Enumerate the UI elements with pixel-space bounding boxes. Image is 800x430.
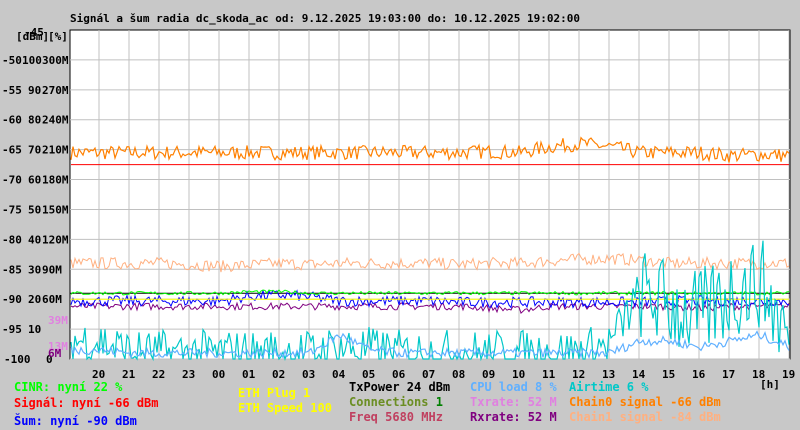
x-tick: 00 — [212, 368, 225, 381]
y-tick-rate: 240M — [42, 114, 69, 127]
y-tick-pct: 20 — [28, 293, 41, 306]
chart-title: Signál a šum radia dc_skoda_ac od: 9.12.… — [70, 12, 580, 25]
y-tick-dbm: -75 — [2, 203, 22, 216]
x-tick: 17 — [722, 368, 735, 381]
y-tick-dbm: -85 — [2, 263, 22, 276]
inner-rate-label: 6M — [48, 347, 62, 360]
legend-airtime: Airtime 6 % — [569, 380, 649, 394]
legend-chain0: Chain0 signal -66 dBm — [569, 395, 721, 409]
legend-eth-speed: ETH Speed 100 — [238, 401, 332, 415]
x-tick: 23 — [182, 368, 195, 381]
legend-noise: Šum: nyní -90 dBm — [14, 414, 137, 428]
y-tick-dbm: -90 — [2, 293, 22, 306]
connections-label: Connections — [349, 395, 429, 409]
y-tick-dbm: -50 — [2, 54, 22, 67]
legend-freq: Freq 5680 MHz — [349, 410, 443, 424]
legend-txrate: Txrate: 52 M — [470, 395, 557, 409]
y-tick-rate: 90M — [42, 263, 62, 276]
y-tick-dbm: -80 — [2, 233, 22, 246]
inner-rate-label: 39M — [48, 314, 68, 327]
legend-connections: Connections 1 — [349, 395, 443, 409]
x-tick: 03 — [302, 368, 315, 381]
y-tick-rate: 120M — [42, 233, 69, 246]
x-axis-label: [h] — [760, 378, 780, 391]
legend-chain1: Chain1 signal -84 dBm — [569, 410, 721, 424]
x-tick: 01 — [242, 368, 256, 381]
x-tick: 08 — [452, 368, 465, 381]
y-tick-pct: 10 — [28, 323, 41, 336]
y-tick-dbm: -55 — [2, 84, 22, 97]
legend-eth-plug: ETH Plug 1 — [238, 386, 311, 400]
connections-value: 1 — [435, 395, 443, 409]
y-tick-dbm: -70 — [2, 174, 22, 187]
y-tick-pct: 100 — [22, 54, 42, 67]
y-tick-dbm: -100 — [4, 353, 31, 366]
y-tick-pct: 50 — [28, 203, 41, 216]
y-tick-dbm: -45 — [24, 26, 44, 39]
y-tick-dbm: -95 — [2, 323, 22, 336]
y-tick-pct: 90 — [28, 84, 41, 97]
y-tick-rate: 270M — [42, 84, 69, 97]
y-tick-pct: 40 — [28, 233, 41, 246]
y-tick-pct: 60 — [28, 174, 41, 187]
x-tick: 02 — [272, 368, 285, 381]
y-tick-dbm: -65 — [2, 144, 22, 157]
legend-cinr: CINR: nyní 22 % — [14, 380, 123, 394]
x-tick: 21 — [122, 368, 136, 381]
x-tick: 04 — [332, 368, 346, 381]
y-tick-rate: 210M — [42, 144, 69, 157]
legend-txpower: TxPower 24 dBm — [349, 380, 451, 394]
chart: Signál a šum radia dc_skoda_ac od: 9.12.… — [2, 12, 795, 391]
legend-rxrate: Rxrate: 52 M — [470, 410, 557, 424]
y-tick-rate: 300M — [42, 54, 69, 67]
x-tick: 16 — [692, 368, 706, 381]
unit-pct-label: [%] — [48, 30, 68, 43]
legend-signal: Signál: nyní -66 dBm — [14, 396, 159, 410]
x-tick: 22 — [152, 368, 165, 381]
chart-window: Signál a šum radia dc_skoda_ac od: 9.12.… — [0, 0, 800, 430]
y-tick-rate: 180M — [42, 174, 69, 187]
y-tick-rate: 60M — [42, 293, 62, 306]
legend-cpu: CPU load 8 % — [470, 380, 557, 394]
x-tick: 15 — [662, 368, 675, 381]
y-tick-pct: 30 — [28, 263, 41, 276]
x-tick: 19 — [782, 368, 795, 381]
plot-area — [69, 29, 791, 360]
y-tick-pct: 80 — [28, 114, 41, 127]
y-tick-pct: 70 — [28, 144, 41, 157]
y-tick-rate: 150M — [42, 203, 69, 216]
y-tick-dbm: -60 — [2, 114, 22, 127]
